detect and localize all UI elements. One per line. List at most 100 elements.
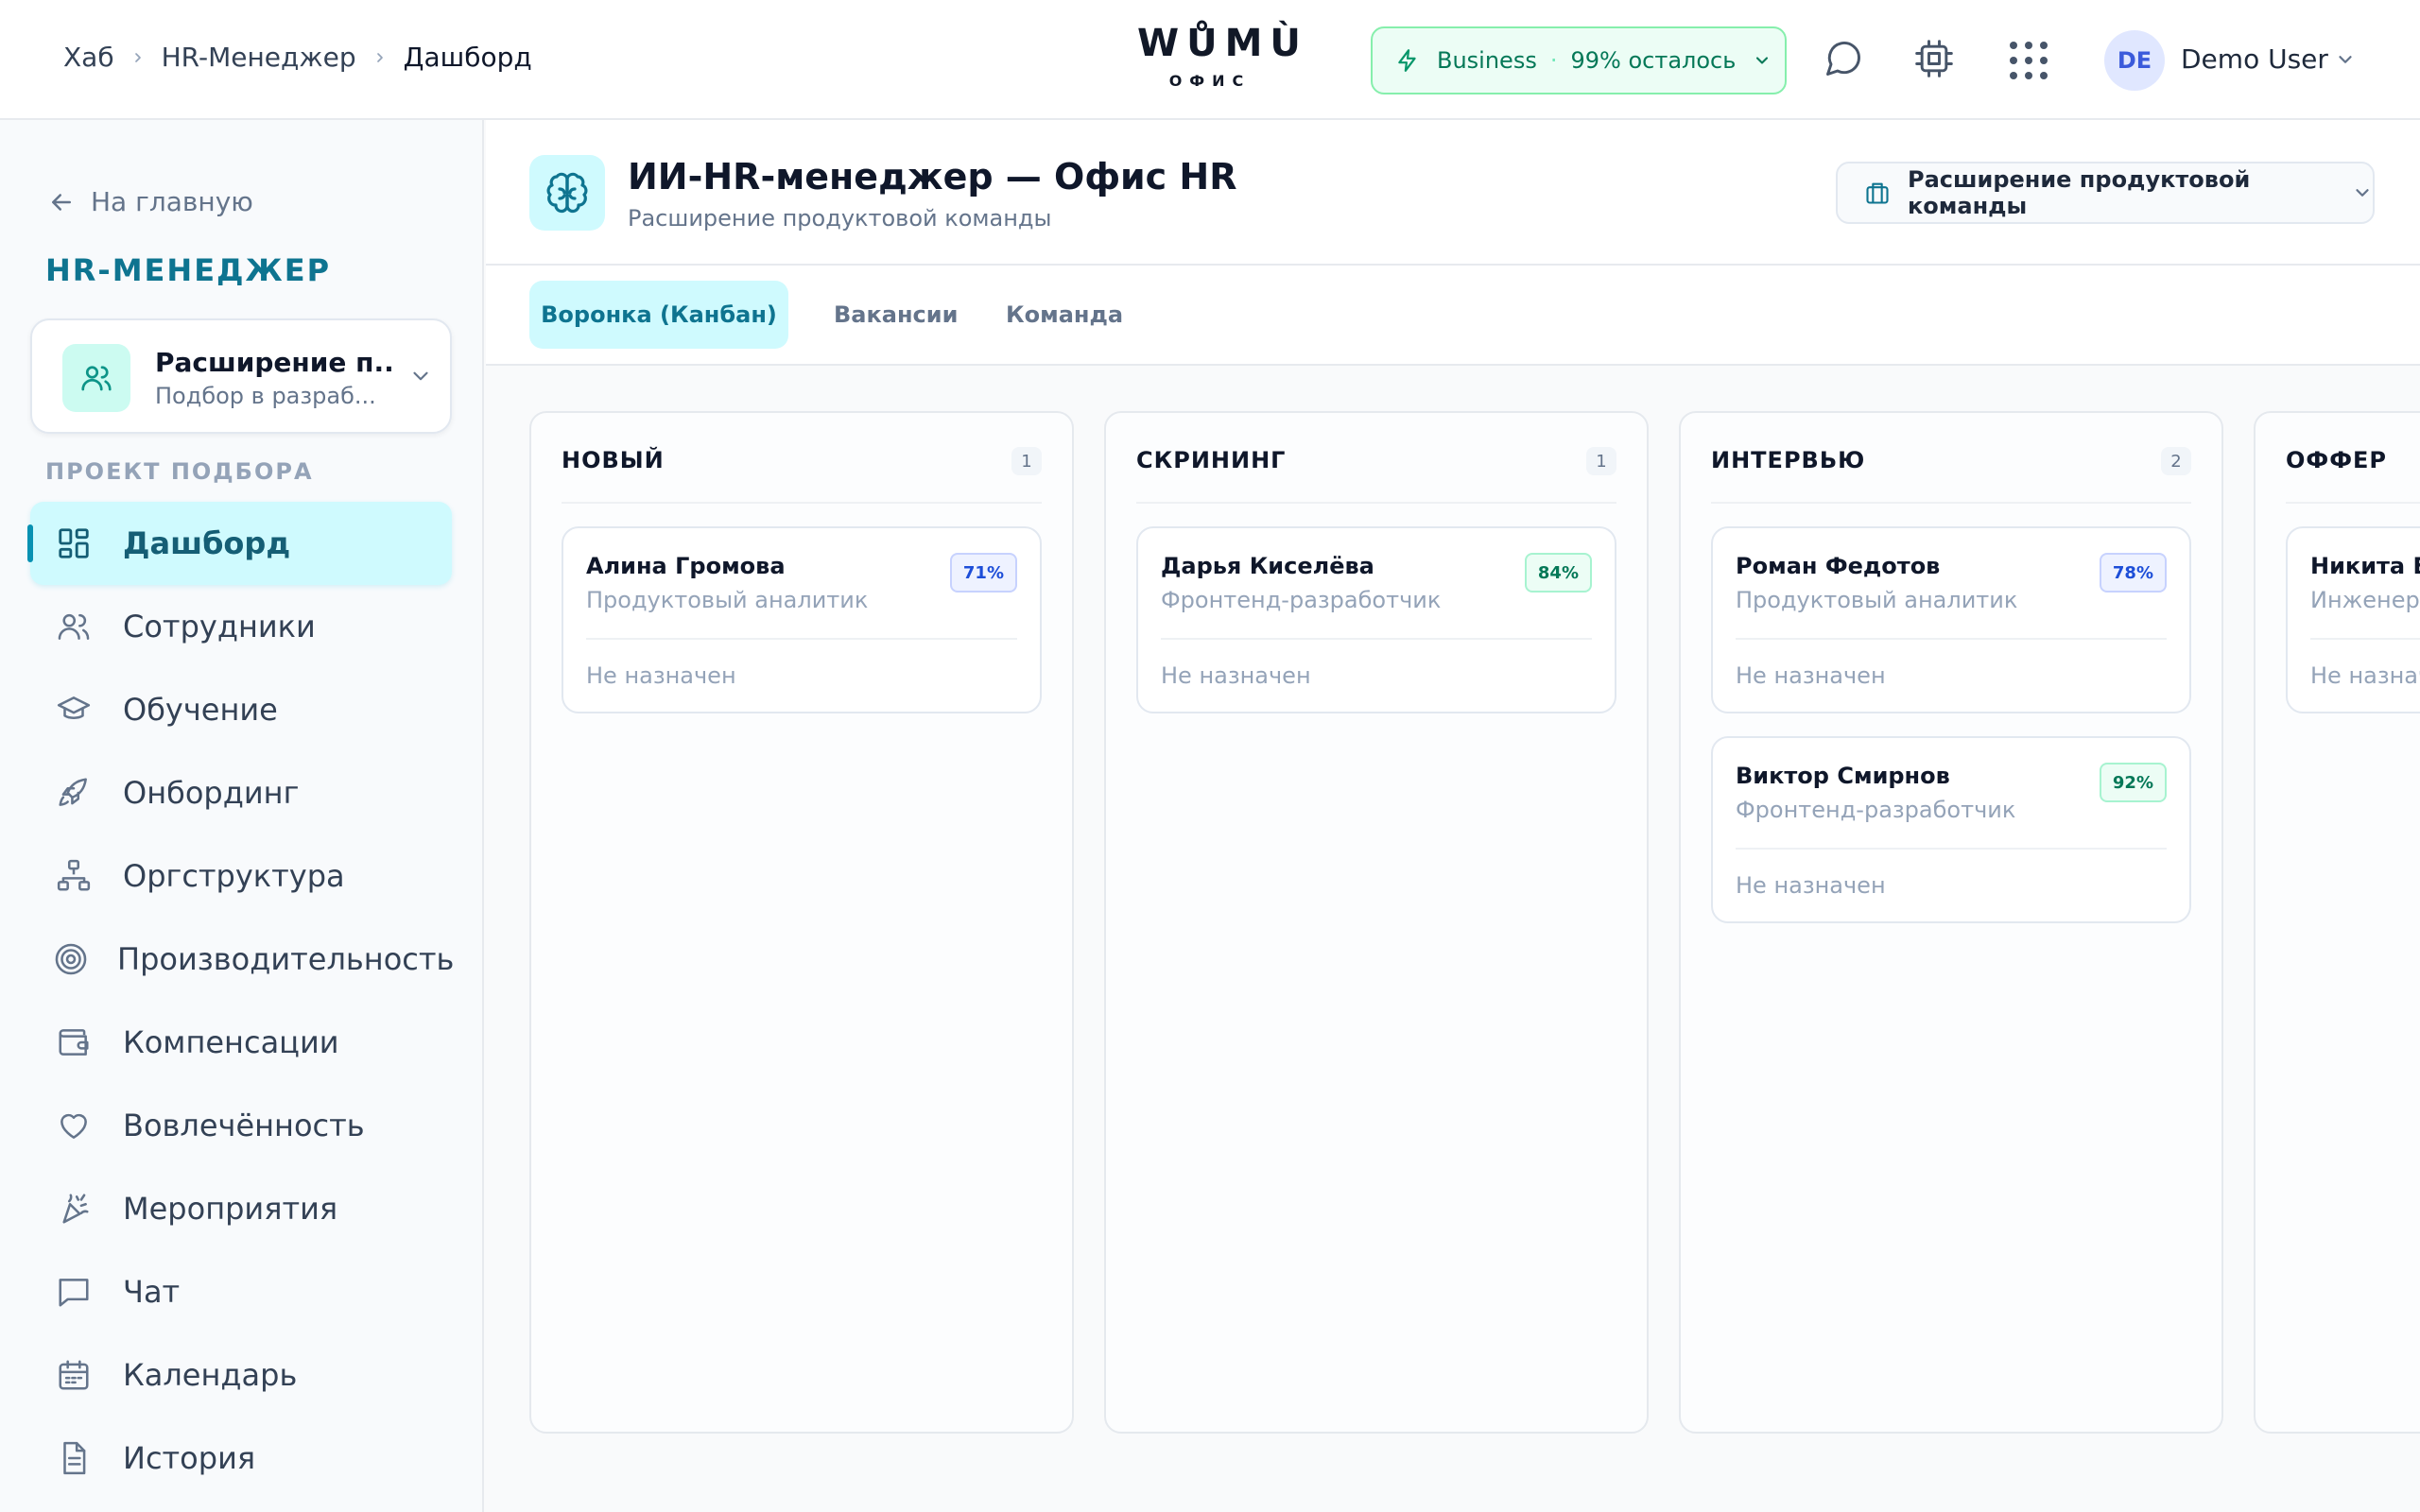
brain-icon bbox=[529, 155, 605, 231]
column-title: СКРИНИНГ bbox=[1136, 447, 1287, 473]
sidebar-item-employees[interactable]: Сотрудники bbox=[30, 585, 452, 668]
party-popper-icon bbox=[53, 1191, 95, 1227]
tab-vacancies[interactable]: Вакансии bbox=[804, 281, 988, 349]
sidebar-item-label: Производительность bbox=[117, 941, 455, 977]
column-title: НОВЫЙ bbox=[562, 447, 665, 473]
team-select-label: Расширение продуктовой команды bbox=[1908, 166, 2251, 219]
card-divider bbox=[586, 638, 1017, 640]
column-count: 1 bbox=[1011, 447, 1042, 475]
plan-badge[interactable]: Business · 99% осталось bbox=[1371, 26, 1787, 94]
column-header: СКРИНИНГ 1 bbox=[1136, 413, 1616, 504]
match-score-badge: 84% bbox=[1524, 553, 1592, 593]
kanban-column-interview: ИНТЕРВЬЮ 2 Роман Федотов Продуктовый ана… bbox=[1679, 411, 2223, 1434]
page-subtitle: Расширение продуктовой команды bbox=[628, 205, 1052, 232]
candidate-assignee: Не назнач bbox=[2310, 662, 2420, 689]
column-count: 2 bbox=[2161, 447, 2191, 475]
project-subtitle: Подбор в разраб... bbox=[155, 383, 376, 409]
breadcrumb-hr-manager[interactable]: HR-Менеджер bbox=[162, 42, 356, 73]
org-chart-icon bbox=[53, 858, 95, 894]
candidate-name: Никита Бе bbox=[2310, 553, 2420, 579]
plan-separator: · bbox=[1549, 47, 1558, 74]
sidebar-item-chat[interactable]: Чат bbox=[30, 1250, 452, 1333]
sidebar-item-org-structure[interactable]: Оргструктура bbox=[30, 834, 452, 918]
candidate-card[interactable]: Никита Бе Инженер п Не назнач bbox=[2286, 526, 2420, 713]
candidate-assignee: Не назначен bbox=[1736, 872, 1886, 899]
chevron-down-icon bbox=[1753, 51, 1772, 70]
candidate-card[interactable]: Виктор Смирнов Фронтенд-разработчик 92% … bbox=[1711, 736, 2191, 923]
kanban-column-offer: ОФФЕР Никита Бе Инженер п Не назнач bbox=[2254, 411, 2420, 1434]
bolt-icon bbox=[1395, 48, 1420, 73]
candidate-card[interactable]: Роман Федотов Продуктовый аналитик 78% Н… bbox=[1711, 526, 2191, 713]
breadcrumb-hub[interactable]: Хаб bbox=[63, 42, 114, 73]
candidate-assignee: Не назначен bbox=[586, 662, 736, 689]
section-title: HR-МЕНЕДЖЕР bbox=[45, 252, 332, 288]
tab-kanban[interactable]: Воронка (Канбан) bbox=[529, 281, 788, 349]
card-divider bbox=[1161, 638, 1592, 640]
breadcrumb: Хаб HR-Менеджер Дашборд bbox=[63, 42, 532, 73]
chevron-right-icon bbox=[114, 50, 162, 65]
candidate-card[interactable]: Дарья Киселёва Фронтенд-разработчик 84% … bbox=[1136, 526, 1616, 713]
column-header: ИНТЕРВЬЮ 2 bbox=[1711, 413, 2191, 504]
sidebar-item-history[interactable]: История bbox=[30, 1417, 452, 1500]
project-selector[interactable]: Расширение п... Подбор в разраб... bbox=[30, 318, 452, 434]
message-square-icon bbox=[53, 1274, 95, 1310]
target-icon bbox=[53, 941, 89, 977]
sidebar-item-dashboard[interactable]: Дашборд bbox=[27, 502, 452, 585]
candidate-role: Инженер п bbox=[2310, 587, 2420, 613]
sidebar-nav: Дашборд Сотрудники Обучение Онбординг Ор… bbox=[27, 502, 455, 1500]
rocket-icon bbox=[53, 775, 95, 811]
calendar-icon bbox=[53, 1357, 95, 1393]
user-name[interactable]: Demo User bbox=[2181, 43, 2328, 75]
team-select[interactable]: Расширение продуктовой команды bbox=[1836, 162, 2375, 224]
page-header: ИИ-HR-менеджер — Офис HR Расширение прод… bbox=[486, 120, 2420, 266]
candidate-name: Дарья Киселёва bbox=[1161, 553, 1374, 579]
sidebar-item-label: Онбординг bbox=[123, 775, 300, 811]
kanban-board: НОВЫЙ 1 Алина Громова Продуктовый аналит… bbox=[529, 411, 2420, 1434]
candidate-card[interactable]: Алина Громова Продуктовый аналитик 71% Н… bbox=[562, 526, 1042, 713]
sidebar-item-label: Оргструктура bbox=[123, 858, 345, 894]
column-header: НОВЫЙ 1 bbox=[562, 413, 1042, 504]
sidebar-item-label: Вовлечённость bbox=[123, 1108, 365, 1143]
avatar[interactable]: DE bbox=[2104, 30, 2165, 91]
column-header: ОФФЕР bbox=[2286, 413, 2420, 504]
project-title: Расширение п... bbox=[155, 347, 391, 378]
cpu-icon[interactable] bbox=[1913, 38, 1955, 79]
breadcrumb-current: Дашборд bbox=[403, 42, 532, 73]
plan-remaining: 99% осталось bbox=[1570, 47, 1737, 74]
apps-grid-icon[interactable] bbox=[2006, 38, 2051, 83]
tab-team[interactable]: Команда bbox=[976, 281, 1153, 349]
chevron-down-icon[interactable] bbox=[2335, 49, 2356, 70]
dashboard-icon bbox=[53, 525, 95, 561]
sidebar-item-engagement[interactable]: Вовлечённость bbox=[30, 1084, 452, 1167]
sidebar-item-events[interactable]: Мероприятия bbox=[30, 1167, 452, 1250]
chat-icon[interactable] bbox=[1823, 38, 1864, 79]
sidebar-item-calendar[interactable]: Календарь bbox=[30, 1333, 452, 1417]
kanban-column-new: НОВЫЙ 1 Алина Громова Продуктовый аналит… bbox=[529, 411, 1074, 1434]
sidebar-item-onboarding[interactable]: Онбординг bbox=[30, 751, 452, 834]
sidebar-item-label: Компенсации bbox=[123, 1024, 339, 1060]
candidate-role: Продуктовый аналитик bbox=[1736, 587, 2018, 613]
logo[interactable]: WŮMÙ ОФИС bbox=[1130, 22, 1308, 90]
tabs: Воронка (Канбан) Вакансии Команда bbox=[486, 266, 2420, 366]
sidebar-item-label: Календарь bbox=[123, 1357, 298, 1393]
heart-icon bbox=[53, 1108, 95, 1143]
card-divider bbox=[2310, 638, 2420, 640]
logo-word: WŮMÙ bbox=[1137, 22, 1308, 65]
sidebar-item-label: Обучение bbox=[123, 692, 278, 728]
top-bar: Хаб HR-Менеджер Дашборд WŮMÙ ОФИС Busine… bbox=[0, 0, 2420, 120]
back-link[interactable]: На главную bbox=[47, 186, 253, 217]
match-score-badge: 92% bbox=[2099, 763, 2167, 802]
sidebar-item-performance[interactable]: Производительность bbox=[30, 918, 455, 1001]
candidate-assignee: Не назначен bbox=[1736, 662, 1886, 689]
sidebar-item-label: Чат bbox=[123, 1274, 181, 1310]
candidate-name: Виктор Смирнов bbox=[1736, 763, 1950, 789]
column-count: 1 bbox=[1586, 447, 1616, 475]
sidebar-item-label: Дашборд bbox=[123, 525, 291, 561]
project-subheading: ПРОЕКТ ПОДБОРА bbox=[45, 458, 314, 485]
sidebar-item-learning[interactable]: Обучение bbox=[30, 668, 452, 751]
sidebar-item-compensation[interactable]: Компенсации bbox=[30, 1001, 452, 1084]
sidebar-item-label: История bbox=[123, 1440, 256, 1476]
logo-sub: ОФИС bbox=[1168, 72, 1252, 90]
plan-name: Business bbox=[1437, 47, 1537, 74]
users-icon bbox=[53, 609, 95, 644]
